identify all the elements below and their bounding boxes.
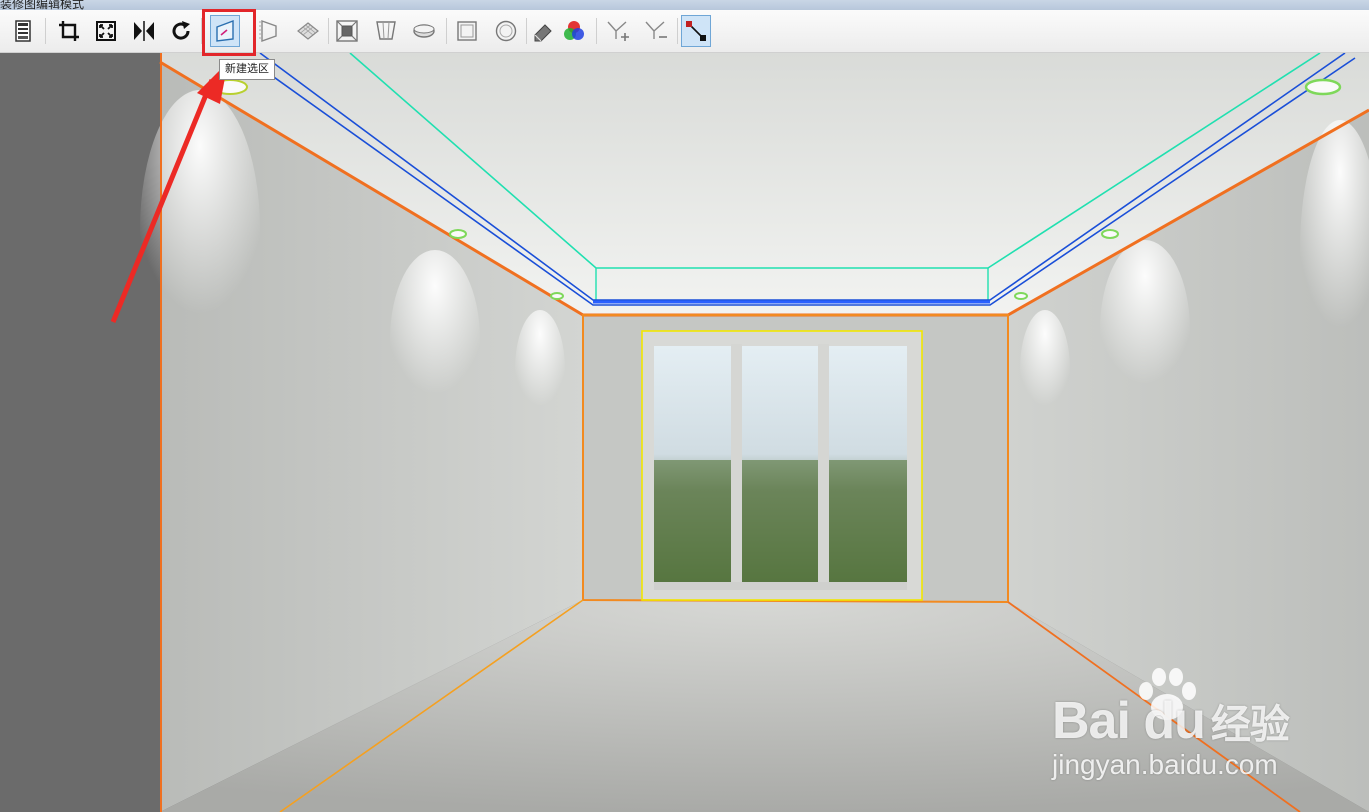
toolbar-separator — [677, 18, 678, 44]
back-wall-icon — [336, 20, 358, 42]
ellipse-icon — [413, 24, 435, 38]
fit-screen-icon — [96, 21, 116, 41]
tooltip: 新建选区 — [219, 59, 275, 80]
rectangle-icon — [457, 21, 477, 41]
color-rgb-button[interactable] — [559, 15, 589, 47]
crop-icon — [59, 21, 79, 41]
mirror-flip-icon — [134, 21, 154, 41]
back-wall-button[interactable] — [332, 15, 362, 47]
toolbar-separator — [328, 18, 329, 44]
floor-grid-button[interactable] — [293, 15, 323, 47]
connect-points-icon — [686, 21, 706, 41]
floor-grid-icon — [297, 22, 319, 40]
save-icon — [15, 20, 31, 42]
rgb-color-icon — [564, 21, 584, 40]
add-point-icon — [607, 21, 629, 41]
watermark-url: jingyan.baidu.com — [1052, 749, 1278, 780]
toolbar-separator — [596, 18, 597, 44]
eraser-button[interactable] — [528, 15, 558, 47]
toolbar-separator — [526, 18, 527, 44]
selection-highlight-box — [202, 9, 256, 56]
circle-selection-button[interactable] — [491, 15, 521, 47]
mirror-button[interactable] — [129, 15, 159, 47]
wall-side-icon — [259, 20, 277, 42]
ellipse-selection-button[interactable] — [409, 15, 439, 47]
refresh-icon — [172, 21, 190, 40]
watermark-brand: Bai du 经验 — [1052, 692, 1290, 750]
add-point-button[interactable] — [603, 15, 633, 47]
toolbar-separator — [446, 18, 447, 44]
connect-points-button[interactable] — [681, 15, 711, 47]
rotate-button[interactable] — [166, 15, 196, 47]
remove-point-icon — [645, 21, 667, 39]
circle-icon — [495, 20, 517, 42]
ceiling-button[interactable] — [371, 15, 401, 47]
watermark: Bai du 经验 jingyan.baidu.com — [1040, 665, 1320, 785]
rect-selection-button[interactable] — [452, 15, 482, 47]
save-button[interactable] — [8, 15, 38, 47]
crop-button[interactable] — [54, 15, 84, 47]
window-title: 装修图编辑模式 — [0, 0, 85, 10]
eraser-icon — [534, 24, 552, 42]
remove-point-button[interactable] — [641, 15, 671, 47]
fit-screen-button[interactable] — [91, 15, 121, 47]
toolbar-separator — [45, 18, 46, 44]
ceiling-panel-icon — [376, 21, 396, 40]
wall-side-button[interactable] — [254, 15, 284, 47]
